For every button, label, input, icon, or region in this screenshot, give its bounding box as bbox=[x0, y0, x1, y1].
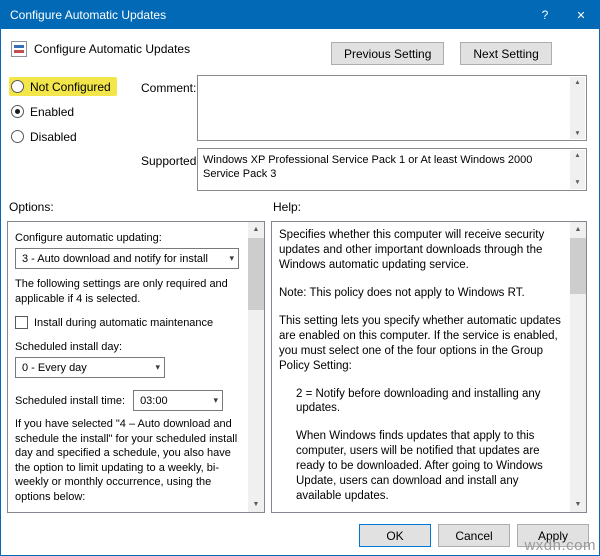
options-section-label: Options: bbox=[9, 200, 54, 214]
radio-enabled[interactable]: Enabled bbox=[9, 102, 80, 121]
supported-on-textbox[interactable]: Windows XP Professional Service Pack 1 o… bbox=[197, 148, 587, 191]
help-content: Specifies whether this computer will rec… bbox=[272, 222, 569, 512]
help-paragraph: Specifies whether this computer will rec… bbox=[279, 229, 545, 271]
scroll-up-icon[interactable]: ▲ bbox=[574, 79, 580, 86]
options-content: Configure automatic updating: 3 - Auto d… bbox=[8, 222, 247, 512]
radio-label: Enabled bbox=[30, 104, 75, 119]
window-title: Configure Automatic Updates bbox=[10, 8, 167, 22]
scroll-up-icon[interactable]: ▲ bbox=[574, 152, 580, 160]
select-value: 3 - Auto download and notify for install bbox=[22, 252, 208, 265]
help-paragraph: 2 = Notify before downloading and instal… bbox=[296, 387, 541, 415]
scroll-down-icon[interactable]: ▼ bbox=[570, 497, 586, 512]
next-setting-button[interactable]: Next Setting bbox=[460, 42, 552, 65]
install-maintenance-row[interactable]: Install during automatic maintenance bbox=[15, 316, 240, 330]
supported-scroll-strip[interactable]: ▲ ▼ bbox=[570, 150, 585, 189]
scheduled-time-select[interactable]: 03:00 ▾ bbox=[133, 390, 224, 412]
radio-not-configured[interactable]: Not Configured bbox=[9, 77, 117, 96]
radio-label: Not Configured bbox=[30, 79, 111, 94]
configure-automatic-updates-dialog: Configure Automatic Updates ? ✕ Configur… bbox=[0, 0, 600, 556]
scheduled-time-row: Scheduled install time: 03:00 ▾ bbox=[15, 390, 240, 412]
help-icon[interactable]: ? bbox=[527, 1, 563, 29]
select-value: 0 - Every day bbox=[22, 361, 87, 374]
configure-updating-select[interactable]: 3 - Auto download and notify for install… bbox=[15, 248, 239, 269]
policy-header: Configure Automatic Updates bbox=[11, 41, 190, 57]
policy-icon bbox=[11, 41, 27, 57]
scroll-down-icon[interactable]: ▼ bbox=[248, 497, 264, 512]
watermark: wxdn.com bbox=[524, 537, 596, 554]
title-bar: Configure Automatic Updates ? ✕ bbox=[1, 1, 599, 29]
help-section-label: Help: bbox=[273, 200, 302, 214]
select-value: 03:00 bbox=[140, 394, 168, 407]
help-panel: Specifies whether this computer will rec… bbox=[271, 221, 587, 513]
setting-state-radio-group: Not Configured Enabled Disabled bbox=[9, 77, 117, 152]
options-note-2: If you have selected "4 – Auto download … bbox=[15, 418, 238, 503]
help-paragraph: This setting lets you specify whether au… bbox=[279, 314, 561, 372]
scroll-down-icon[interactable]: ▼ bbox=[574, 179, 580, 187]
radio-disabled[interactable]: Disabled bbox=[9, 127, 83, 146]
cancel-button[interactable]: Cancel bbox=[438, 524, 510, 547]
comment-label: Comment: bbox=[141, 81, 197, 95]
policy-name: Configure Automatic Updates bbox=[34, 42, 191, 56]
radio-circle-icon bbox=[11, 80, 24, 93]
close-icon[interactable]: ✕ bbox=[563, 1, 599, 29]
ok-button[interactable]: OK bbox=[359, 524, 431, 547]
scroll-up-icon[interactable]: ▲ bbox=[570, 222, 586, 237]
checkbox-label: Install during automatic maintenance bbox=[34, 316, 214, 329]
previous-setting-button[interactable]: Previous Setting bbox=[331, 42, 445, 65]
setting-navigation: Previous Setting Next Setting bbox=[331, 42, 552, 65]
help-paragraph: When Windows finds updates that apply to… bbox=[296, 430, 543, 503]
scroll-down-icon[interactable]: ▼ bbox=[574, 130, 580, 137]
scroll-up-icon[interactable]: ▲ bbox=[248, 222, 264, 237]
options-note-1: The following settings are only required… bbox=[15, 278, 228, 305]
radio-label: Disabled bbox=[30, 129, 77, 144]
chevron-down-icon: ▾ bbox=[229, 253, 234, 263]
comment-textbox[interactable]: ▲ ▼ bbox=[197, 75, 587, 141]
options-scrollbar[interactable]: ▲ ▼ bbox=[248, 222, 264, 512]
scheduled-day-select[interactable]: 0 - Every day ▾ bbox=[15, 357, 165, 379]
configure-updating-label: Configure automatic updating: bbox=[15, 232, 162, 244]
supported-on-value: Windows XP Professional Service Pack 1 o… bbox=[203, 154, 533, 181]
options-scrollbar-thumb[interactable] bbox=[248, 238, 264, 310]
comment-scroll-strip[interactable]: ▲ ▼ bbox=[570, 77, 585, 139]
help-scrollbar[interactable]: ▲ ▼ bbox=[570, 222, 586, 512]
scheduled-time-label: Scheduled install time: bbox=[15, 394, 126, 407]
radio-circle-icon bbox=[11, 130, 24, 143]
chevron-down-icon: ▾ bbox=[155, 362, 160, 373]
install-maintenance-checkbox[interactable] bbox=[15, 316, 28, 330]
help-paragraph: Note: This policy does not apply to Wind… bbox=[279, 286, 525, 299]
help-scrollbar-thumb[interactable] bbox=[570, 238, 586, 294]
options-panel: Configure automatic updating: 3 - Auto d… bbox=[7, 221, 265, 513]
chevron-down-icon: ▾ bbox=[213, 395, 219, 406]
radio-circle-icon bbox=[11, 105, 24, 118]
scheduled-day-label: Scheduled install day: bbox=[15, 341, 123, 354]
